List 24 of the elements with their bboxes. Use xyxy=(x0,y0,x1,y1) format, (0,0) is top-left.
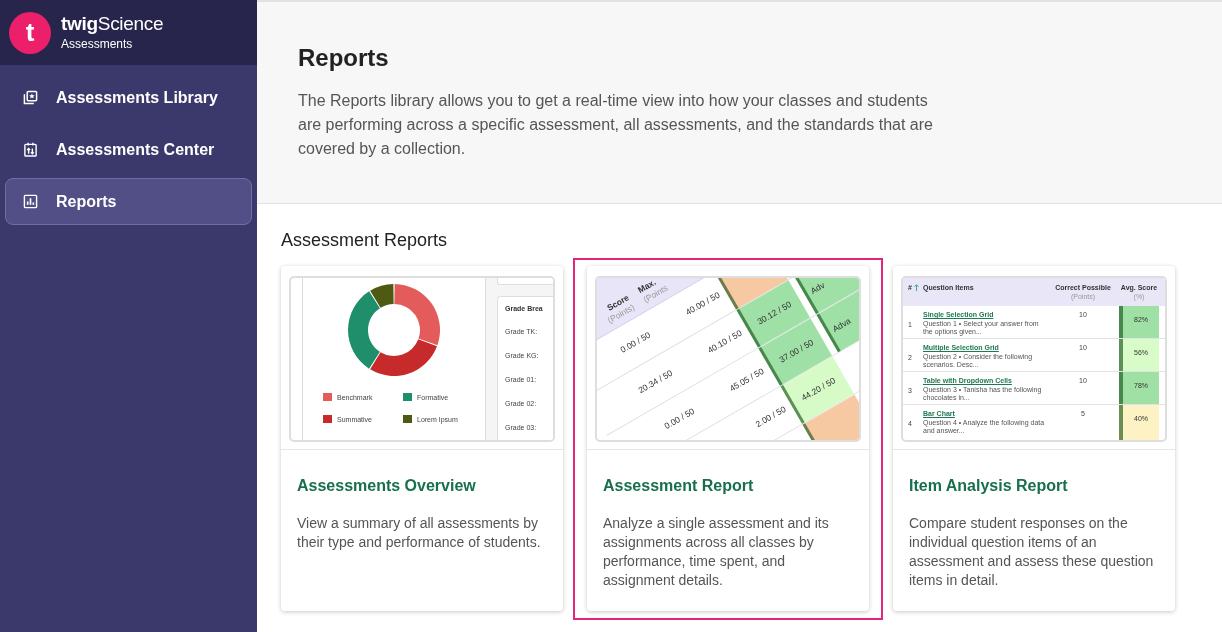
library-star-icon xyxy=(23,90,38,105)
sort-arrow-icon xyxy=(913,284,919,291)
section-title: Assessment Reports xyxy=(281,229,449,252)
calendar-arrows-icon xyxy=(23,142,38,157)
nav-item[interactable]: Assessments Center xyxy=(5,126,252,173)
product-name: Assessments xyxy=(61,37,134,51)
panel-card xyxy=(497,278,553,285)
brand-name: twigScience xyxy=(61,14,164,34)
card-description: Compare student responses on the individual question items of an assessment and assess these question items in detail. xyxy=(909,514,1155,590)
nav-item[interactable]: Reports xyxy=(5,178,252,225)
card-title: Assessment Report xyxy=(603,476,755,496)
page-title: Reports xyxy=(298,44,390,72)
max-score-value: 40.00 / 50 xyxy=(683,289,722,319)
score-value: 0.00 / 50 xyxy=(662,405,697,432)
nav-item[interactable]: Assessments Library xyxy=(5,74,252,121)
page-description: The Reports library allows you to get a real-time view into how your classes and students are performing across a specific assessment, all assessments, and the standards that are covered by a collection. xyxy=(298,91,934,159)
report-card[interactable] xyxy=(893,266,1175,611)
card-title: Assessments Overview xyxy=(297,476,477,496)
card-description: Analyze a single assessment and its assignments across all classes by performance, time spent, and assignment details. xyxy=(603,514,830,590)
logo-badge: t xyxy=(9,11,51,54)
score-value: 0.00 / 50 xyxy=(618,329,653,356)
bar-chart-icon xyxy=(23,194,38,209)
card-title: Item Analysis Report xyxy=(909,476,1069,496)
card-description: View a summary of all assessments by their type and performance of students. xyxy=(297,514,542,552)
